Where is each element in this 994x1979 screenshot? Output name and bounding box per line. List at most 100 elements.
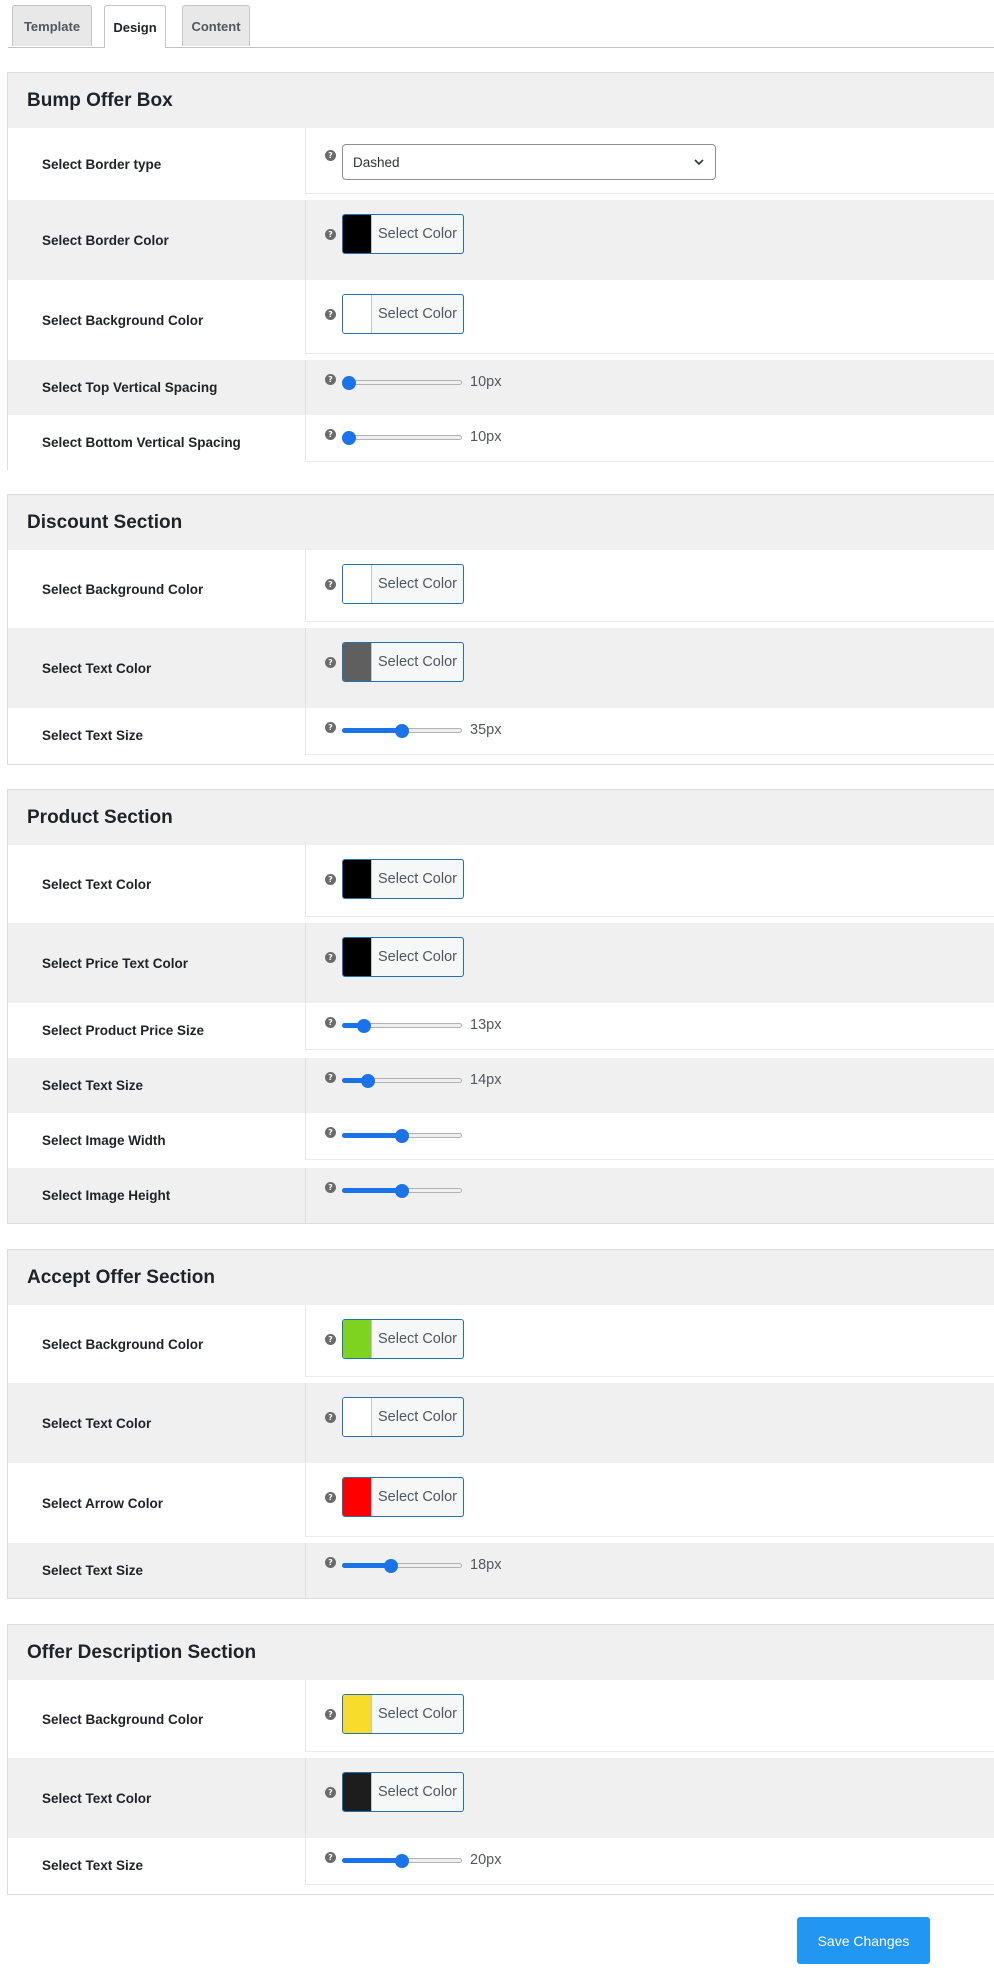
- setting-label: Select Top Vertical Spacing: [42, 380, 218, 395]
- setting-row-select-image-width: Select Image Width?: [8, 1113, 994, 1168]
- slider-value: 13px: [470, 1017, 502, 1033]
- border-type-select[interactable]: Dashed: [342, 144, 716, 180]
- slider-thumb[interactable]: [395, 1129, 409, 1143]
- color-swatch: [343, 215, 372, 253]
- color-picker-button[interactable]: Select Color: [342, 214, 464, 254]
- slider-value: 10px: [470, 429, 502, 445]
- slider-fill: [342, 728, 402, 733]
- slider-fill: [342, 1858, 402, 1863]
- help-icon[interactable]: ?: [325, 579, 336, 590]
- color-picker-button[interactable]: Select Color: [342, 1319, 464, 1359]
- help-icon[interactable]: ?: [325, 657, 336, 668]
- tab-content[interactable]: Content: [182, 5, 250, 46]
- save-changes-button[interactable]: Save Changes: [797, 1917, 930, 1964]
- help-icon[interactable]: ?: [325, 1127, 336, 1138]
- color-picker-button[interactable]: Select Color: [342, 1694, 464, 1734]
- section-title: Bump Offer Box: [27, 89, 173, 111]
- setting-label: Select Background Color: [42, 581, 204, 597]
- help-icon[interactable]: ?: [325, 874, 336, 885]
- setting-label: Select Border type: [42, 156, 162, 172]
- help-icon[interactable]: ?: [325, 150, 336, 161]
- help-icon[interactable]: ?: [325, 1334, 336, 1345]
- setting-control-cell: Select Color?: [305, 923, 994, 1003]
- setting-label: Select Image Height: [42, 1188, 171, 1203]
- help-icon[interactable]: ?: [325, 309, 336, 320]
- setting-label: Select Border Color: [42, 232, 169, 248]
- tab-template[interactable]: Template: [12, 5, 92, 46]
- color-picker-button[interactable]: Select Color: [342, 564, 464, 604]
- setting-row-select-text-size: Select Text Size 18px?: [8, 1543, 994, 1598]
- setting-label: Select Text Size: [42, 728, 144, 743]
- color-picker-button[interactable]: Select Color: [342, 859, 464, 899]
- tab-design[interactable]: Design: [104, 5, 166, 48]
- color-swatch: [343, 860, 372, 898]
- setting-row-select-product-price-size: Select Product Price Size 13px?: [8, 1003, 994, 1058]
- slider-value: 18px: [470, 1557, 502, 1573]
- setting-label: Select Background Color: [42, 1711, 204, 1727]
- section-offer-description-section: Offer Description Section Select Backgrou…: [7, 1624, 994, 1895]
- slider-thumb[interactable]: [395, 1184, 409, 1198]
- range-slider[interactable]: [342, 1184, 462, 1198]
- slider-thumb[interactable]: [395, 1854, 409, 1868]
- slider-thumb[interactable]: [342, 376, 356, 390]
- help-icon[interactable]: ?: [325, 1492, 336, 1503]
- setting-control-cell: 10px?: [305, 415, 994, 462]
- range-slider[interactable]: [342, 1854, 462, 1868]
- section-discount-section: Discount Section Select Background Color S…: [7, 494, 994, 765]
- setting-control-cell: 10px?: [305, 360, 994, 415]
- color-button-label: Select Color: [378, 1706, 457, 1722]
- color-swatch: [343, 1478, 372, 1516]
- section-header: Discount Section: [8, 495, 994, 550]
- setting-control-cell: ?: [305, 1113, 994, 1160]
- help-icon[interactable]: ?: [325, 374, 336, 385]
- range-slider[interactable]: [342, 1559, 462, 1573]
- range-slider[interactable]: [342, 376, 462, 390]
- help-icon[interactable]: ?: [325, 229, 336, 240]
- slider-thumb[interactable]: [342, 431, 356, 445]
- range-slider[interactable]: [342, 1074, 462, 1088]
- range-slider[interactable]: [342, 1129, 462, 1143]
- chevron-down-icon: [694, 159, 704, 166]
- help-icon[interactable]: ?: [325, 1709, 336, 1720]
- color-picker-button[interactable]: Select Color: [342, 1477, 464, 1517]
- help-icon[interactable]: ?: [325, 429, 336, 440]
- help-icon[interactable]: ?: [325, 952, 336, 963]
- range-slider[interactable]: [342, 1019, 462, 1033]
- setting-row-select-background-color: Select Background Color Select Color?: [8, 1680, 994, 1758]
- setting-row-select-text-size: Select Text Size 14px?: [8, 1058, 994, 1113]
- color-picker-button[interactable]: Select Color: [342, 642, 464, 682]
- setting-row-select-arrow-color: Select Arrow Color Select Color?: [8, 1463, 994, 1543]
- color-swatch: [343, 1695, 372, 1733]
- section-header: Offer Description Section: [8, 1625, 994, 1680]
- slider-thumb[interactable]: [395, 724, 409, 738]
- help-icon[interactable]: ?: [325, 1557, 336, 1568]
- setting-row-select-text-size: Select Text Size 20px?: [8, 1838, 994, 1893]
- color-button-label: Select Color: [378, 654, 457, 670]
- color-button-label: Select Color: [378, 871, 457, 887]
- setting-row-select-text-color: Select Text Color Select Color?: [8, 1758, 994, 1838]
- setting-row-select-border-type: Select Border type Dashed?: [8, 128, 994, 200]
- setting-label: Select Background Color: [42, 1336, 204, 1352]
- help-icon[interactable]: ?: [325, 722, 336, 733]
- range-slider[interactable]: [342, 724, 462, 738]
- help-icon[interactable]: ?: [325, 1412, 336, 1423]
- range-slider[interactable]: [342, 431, 462, 445]
- slider-thumb[interactable]: [356, 1019, 371, 1033]
- help-icon[interactable]: ?: [325, 1072, 336, 1083]
- color-picker-button[interactable]: Select Color: [342, 1397, 464, 1437]
- help-icon[interactable]: ?: [325, 1852, 336, 1863]
- help-icon[interactable]: ?: [325, 1182, 336, 1193]
- setting-row-select-text-size: Select Text Size 35px?: [8, 708, 994, 763]
- slider-thumb[interactable]: [361, 1074, 376, 1088]
- setting-label: Select Bottom Vertical Spacing: [42, 435, 241, 450]
- color-picker-button[interactable]: Select Color: [342, 294, 464, 334]
- setting-label: Select Price Text Color: [42, 955, 189, 971]
- setting-row-select-bottom-vertical-spacing: Select Bottom Vertical Spacing 10px?: [8, 415, 994, 470]
- setting-row-select-background-color: Select Background Color Select Color?: [8, 280, 994, 360]
- slider-thumb[interactable]: [384, 1559, 399, 1573]
- help-icon[interactable]: ?: [325, 1787, 336, 1798]
- color-swatch: [343, 643, 372, 681]
- color-picker-button[interactable]: Select Color: [342, 937, 464, 977]
- color-picker-button[interactable]: Select Color: [342, 1772, 464, 1812]
- help-icon[interactable]: ?: [325, 1017, 336, 1028]
